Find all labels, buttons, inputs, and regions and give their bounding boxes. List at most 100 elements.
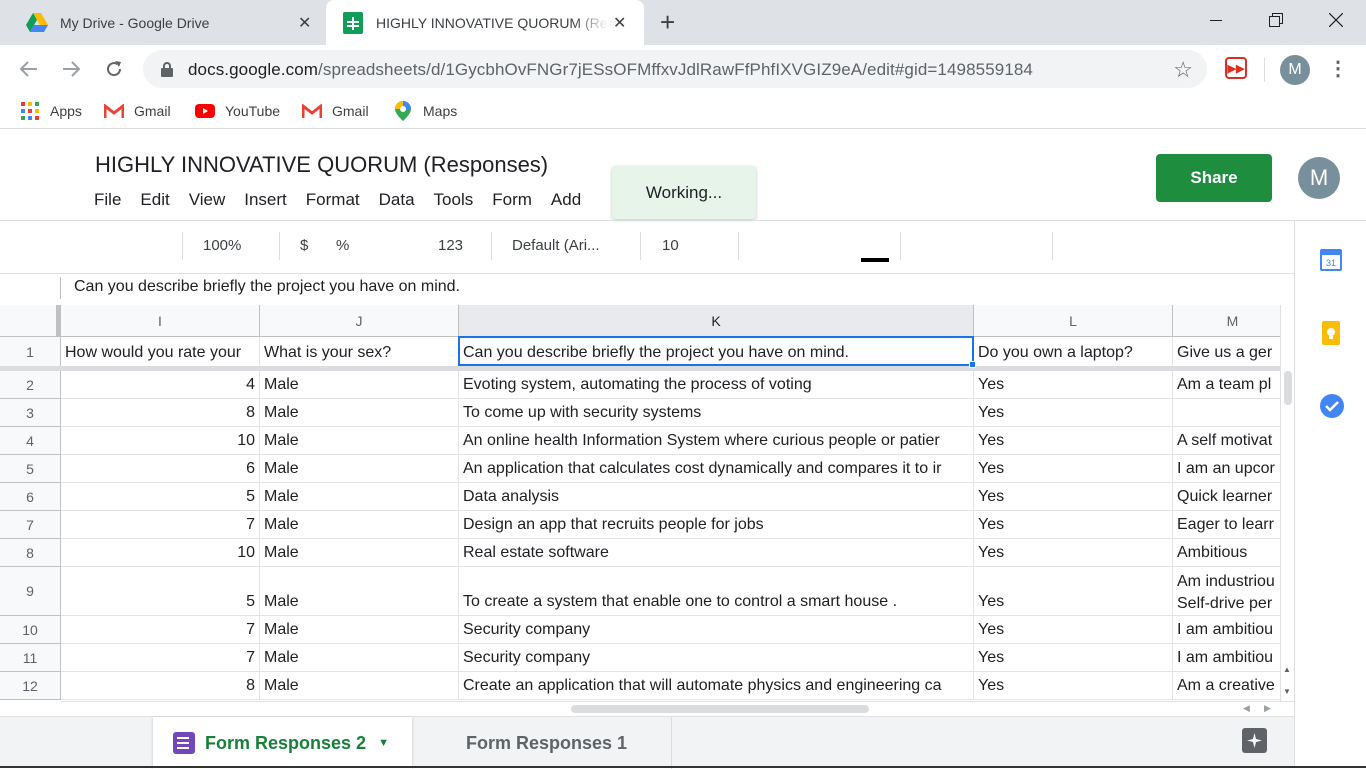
cell-k2[interactable]: Evoting system, automating the process o… [459,371,974,399]
header-cell-l1[interactable]: Do you own a laptop? [974,337,1173,367]
row-header-7[interactable]: 7 [0,511,61,539]
cell-l10[interactable]: Yes [974,616,1173,644]
menu-data[interactable]: Data [379,190,415,210]
close-tab-icon[interactable]: ✕ [613,13,626,33]
row-header-10[interactable]: 10 [0,616,61,644]
cell-j8[interactable]: Male [260,539,459,567]
cell-j2[interactable]: Male [260,371,459,399]
cell-m4[interactable]: A self motivat [1173,427,1280,455]
cell-l4[interactable]: Yes [974,427,1173,455]
bookmark-apps[interactable]: Apps [20,102,82,120]
scroll-down-arrow-icon[interactable]: ▼ [1283,687,1291,696]
row-header-8[interactable]: 8 [0,539,61,567]
calendar-icon[interactable]: 31 [1320,247,1344,271]
menu-insert[interactable]: Insert [244,190,287,210]
cell-k8[interactable]: Real estate software [459,539,974,567]
account-avatar[interactable]: M [1298,157,1340,199]
cell-i11[interactable]: 7 [61,644,260,672]
forward-arrow-icon[interactable] [58,56,84,82]
menu-addons[interactable]: Add [551,190,581,210]
bookmark-gmail[interactable]: Gmail [104,102,171,120]
row-header-5[interactable]: 5 [0,455,61,483]
back-arrow-icon[interactable] [16,56,42,82]
browser-menu-icon[interactable]: ⋮ [1328,57,1348,81]
fill-handle[interactable] [969,361,976,368]
bookmark-youtube[interactable]: YouTube [195,102,280,120]
vertical-scrollbar[interactable]: ▲ ▼ [1280,305,1294,701]
header-cell-m1[interactable]: Give us a ger [1173,337,1280,367]
cell-m12[interactable]: Am a creative [1173,672,1280,700]
zoom-select[interactable]: 100% [203,237,241,254]
row-header-2[interactable]: 2 [0,371,61,399]
bookmark-star-icon[interactable]: ☆ [1173,57,1193,83]
row-header-3[interactable]: 3 [0,399,61,427]
tasks-icon[interactable] [1320,394,1344,418]
cell-k7[interactable]: Design an app that recruits people for j… [459,511,974,539]
document-title[interactable]: HIGHLY INNOVATIVE QUORUM (Responses) [95,152,548,178]
menu-view[interactable]: View [189,190,226,210]
font-family-select[interactable]: Default (Ari... [512,237,600,254]
cell-j11[interactable]: Male [260,644,459,672]
cell-j7[interactable]: Male [260,511,459,539]
cell-m8[interactable]: Ambitious [1173,539,1280,567]
row-header-11[interactable]: 11 [0,644,61,672]
cell-i12[interactable]: 8 [61,672,260,700]
close-window-icon[interactable] [1306,0,1366,40]
cell-k11[interactable]: Security company [459,644,974,672]
cell-j6[interactable]: Male [260,483,459,511]
reload-icon[interactable] [101,56,127,82]
cell-i4[interactable]: 10 [61,427,260,455]
cell-k5[interactable]: An application that calculates cost dyna… [459,455,974,483]
scroll-left-arrow-icon[interactable]: ◀ [1243,703,1250,714]
cell-l8[interactable]: Yes [974,539,1173,567]
browser-tab-sheets[interactable]: HIGHLY INNOVATIVE QUORUM (Responses) ✕ [326,0,644,45]
horizontal-scrollbar[interactable]: ◀ ▶ [61,701,1294,716]
cell-j12[interactable]: Male [260,672,459,700]
cell-k10[interactable]: Security company [459,616,974,644]
cell-l5[interactable]: Yes [974,455,1173,483]
cell-k9[interactable]: To create a system that enable one to co… [459,567,974,616]
horizontal-scroll-thumb[interactable] [571,705,869,713]
menu-form[interactable]: Form [492,190,532,210]
cell-k3[interactable]: To come up with security systems [459,399,974,427]
cell-l11[interactable]: Yes [974,644,1173,672]
frozen-row-divider[interactable] [0,366,1280,371]
sheet-tab-form-responses-2[interactable]: Form Responses 2 ▼ [153,717,412,769]
cell-l6[interactable]: Yes [974,483,1173,511]
row-header-1[interactable]: 1 [0,337,61,367]
cell-i6[interactable]: 5 [61,483,260,511]
explore-icon[interactable] [1242,728,1267,753]
row-header-9[interactable]: 9 [0,567,61,616]
menu-tools[interactable]: Tools [434,190,474,210]
cell-j10[interactable]: Male [260,616,459,644]
minimize-window-icon[interactable] [1186,0,1246,40]
cell-i9[interactable]: 5 [61,567,260,616]
cell-m6[interactable]: Quick learner [1173,483,1280,511]
text-color-indicator[interactable] [861,258,889,262]
cell-m5[interactable]: I am an upcor [1173,455,1280,483]
cell-l2[interactable]: Yes [974,371,1173,399]
cell-m7[interactable]: Eager to learr [1173,511,1280,539]
cell-k4[interactable]: An online health Information System wher… [459,427,974,455]
vertical-scroll-thumb[interactable] [1284,371,1292,405]
column-header-j[interactable]: J [260,305,459,337]
sheet-tab-form-responses-1[interactable]: Form Responses 1 [414,717,672,769]
menu-edit[interactable]: Edit [140,190,169,210]
scroll-right-arrow-icon[interactable]: ▶ [1264,703,1271,714]
cell-l7[interactable]: Yes [974,511,1173,539]
cell-j9[interactable]: Male [260,567,459,616]
row-header-4[interactable]: 4 [0,427,61,455]
header-cell-j1[interactable]: What is your sex? [260,337,459,367]
select-all-corner[interactable] [0,305,61,337]
font-size-select[interactable]: 10 [662,237,679,254]
column-header-i[interactable]: I [61,305,260,337]
menu-format[interactable]: Format [306,190,360,210]
keep-icon[interactable] [1320,321,1344,345]
currency-format-button[interactable]: $ [300,237,308,254]
column-header-k[interactable]: K [459,305,974,337]
bookmark-maps[interactable]: Maps [393,101,457,121]
browser-profile-avatar[interactable]: M [1280,55,1310,85]
close-tab-icon[interactable]: ✕ [298,13,311,33]
header-cell-i1[interactable]: How would you rate your [61,337,260,367]
cell-m3[interactable] [1173,399,1280,427]
